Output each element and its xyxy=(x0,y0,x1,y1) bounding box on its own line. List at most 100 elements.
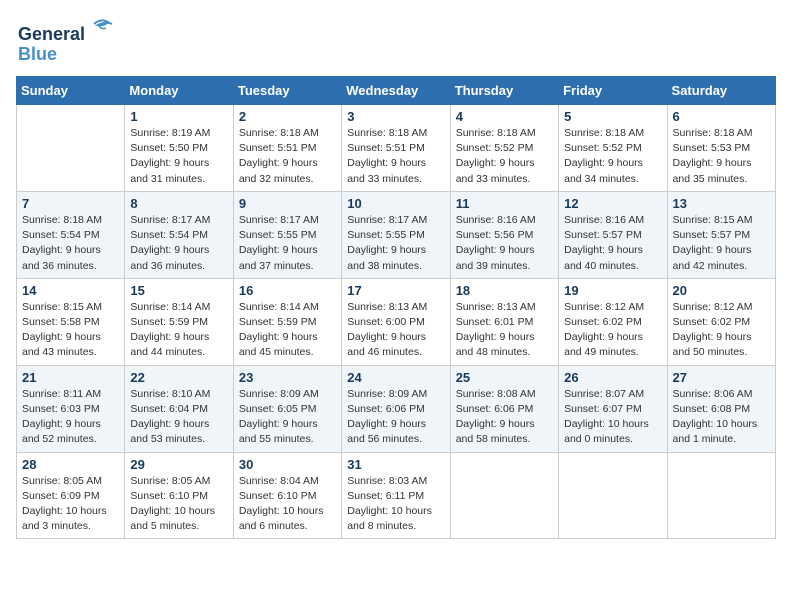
cell-w4-d2: 22 Sunrise: 8:10 AMSunset: 6:04 PMDayligh… xyxy=(125,365,233,452)
day-info: Sunrise: 8:14 AMSunset: 5:59 PMDaylight:… xyxy=(239,300,336,361)
cell-w4-d4: 24 Sunrise: 8:09 AMSunset: 6:06 PMDayligh… xyxy=(342,365,450,452)
cell-w4-d6: 26 Sunrise: 8:07 AMSunset: 6:07 PMDayligh… xyxy=(559,365,667,452)
day-number: 6 xyxy=(673,109,770,124)
day-info: Sunrise: 8:12 AMSunset: 6:02 PMDaylight:… xyxy=(673,300,770,361)
cell-w4-d5: 25Sunrise: 8:08 AMSunset: 6:06 PMDayligh… xyxy=(450,365,558,452)
calendar-table: SundayMondayTuesdayWednesdayThursdayFrid… xyxy=(16,76,776,539)
header-thursday: Thursday xyxy=(450,77,558,105)
day-number: 29 xyxy=(130,457,227,472)
cell-w4-d3: 23 Sunrise: 8:09 AMSunset: 6:05 PMDayligh… xyxy=(233,365,341,452)
day-number: 9 xyxy=(239,196,336,211)
day-info: Sunrise: 8:12 AMSunset: 6:02 PMDaylight:… xyxy=(564,300,661,361)
day-number: 23 xyxy=(239,370,336,385)
calendar-header-row: SundayMondayTuesdayWednesdayThursdayFrid… xyxy=(17,77,776,105)
day-info: Sunrise: 8:09 AMSunset: 6:05 PMDaylight:… xyxy=(239,387,336,448)
header-saturday: Saturday xyxy=(667,77,775,105)
day-number: 22 xyxy=(130,370,227,385)
cell-w1-d1 xyxy=(17,105,125,192)
day-info: Sunrise: 8:15 AMSunset: 5:57 PMDaylight:… xyxy=(673,213,770,274)
cell-w1-d3: 2Sunrise: 8:18 AMSunset: 5:51 PMDaylight… xyxy=(233,105,341,192)
day-info: Sunrise: 8:17 AMSunset: 5:54 PMDaylight:… xyxy=(130,213,227,274)
day-info: Sunrise: 8:10 AMSunset: 6:04 PMDaylight:… xyxy=(130,387,227,448)
cell-w3-d1: 14 Sunrise: 8:15 AMSunset: 5:58 PMDayligh… xyxy=(17,278,125,365)
day-info: Sunrise: 8:16 AMSunset: 5:56 PMDaylight:… xyxy=(456,213,553,274)
cell-w4-d7: 27 Sunrise: 8:06 AMSunset: 6:08 PMDayligh… xyxy=(667,365,775,452)
day-info: Sunrise: 8:17 AMSunset: 5:55 PMDaylight:… xyxy=(239,213,336,274)
logo-svg: General Blue xyxy=(16,16,126,68)
day-number: 27 xyxy=(673,370,770,385)
day-info: Sunrise: 8:04 AMSunset: 6:10 PMDaylight:… xyxy=(239,474,336,535)
day-number: 12 xyxy=(564,196,661,211)
cell-w5-d5 xyxy=(450,452,558,539)
day-info: Sunrise: 8:13 AMSunset: 6:01 PMDaylight:… xyxy=(456,300,553,361)
cell-w2-d5: 11 Sunrise: 8:16 AMSunset: 5:56 PMDayligh… xyxy=(450,191,558,278)
cell-w3-d5: 18 Sunrise: 8:13 AMSunset: 6:01 PMDayligh… xyxy=(450,278,558,365)
week-row-4: 21 Sunrise: 8:11 AMSunset: 6:03 PMDayligh… xyxy=(17,365,776,452)
cell-w5-d6 xyxy=(559,452,667,539)
day-info: Sunrise: 8:17 AMSunset: 5:55 PMDaylight:… xyxy=(347,213,444,274)
day-number: 19 xyxy=(564,283,661,298)
cell-w3-d6: 19 Sunrise: 8:12 AMSunset: 6:02 PMDayligh… xyxy=(559,278,667,365)
week-row-1: 1Sunrise: 8:19 AMSunset: 5:50 PMDaylight… xyxy=(17,105,776,192)
day-info: Sunrise: 8:18 AMSunset: 5:51 PMDaylight:… xyxy=(347,126,444,187)
day-info: Sunrise: 8:03 AMSunset: 6:11 PMDaylight:… xyxy=(347,474,444,535)
cell-w2-d1: 7 Sunrise: 8:18 AMSunset: 5:54 PMDaylight… xyxy=(17,191,125,278)
header-wednesday: Wednesday xyxy=(342,77,450,105)
day-number: 21 xyxy=(22,370,119,385)
day-info: Sunrise: 8:07 AMSunset: 6:07 PMDaylight:… xyxy=(564,387,661,448)
cell-w3-d7: 20Sunrise: 8:12 AMSunset: 6:02 PMDayligh… xyxy=(667,278,775,365)
cell-w2-d3: 9 Sunrise: 8:17 AMSunset: 5:55 PMDaylight… xyxy=(233,191,341,278)
day-number: 26 xyxy=(564,370,661,385)
day-info: Sunrise: 8:18 AMSunset: 5:54 PMDaylight:… xyxy=(22,213,119,274)
day-info: Sunrise: 8:09 AMSunset: 6:06 PMDaylight:… xyxy=(347,387,444,448)
day-number: 30 xyxy=(239,457,336,472)
day-number: 16 xyxy=(239,283,336,298)
cell-w1-d7: 6 Sunrise: 8:18 AMSunset: 5:53 PMDaylight… xyxy=(667,105,775,192)
day-number: 11 xyxy=(456,196,553,211)
page-header: General Blue xyxy=(16,16,776,68)
cell-w1-d5: 4Sunrise: 8:18 AMSunset: 5:52 PMDaylight… xyxy=(450,105,558,192)
day-number: 3 xyxy=(347,109,444,124)
cell-w5-d4: 31 Sunrise: 8:03 AMSunset: 6:11 PMDayligh… xyxy=(342,452,450,539)
week-row-3: 14 Sunrise: 8:15 AMSunset: 5:58 PMDayligh… xyxy=(17,278,776,365)
cell-w5-d2: 29 Sunrise: 8:05 AMSunset: 6:10 PMDayligh… xyxy=(125,452,233,539)
day-number: 31 xyxy=(347,457,444,472)
day-number: 4 xyxy=(456,109,553,124)
day-info: Sunrise: 8:14 AMSunset: 5:59 PMDaylight:… xyxy=(130,300,227,361)
header-tuesday: Tuesday xyxy=(233,77,341,105)
cell-w2-d4: 10Sunrise: 8:17 AMSunset: 5:55 PMDayligh… xyxy=(342,191,450,278)
logo: General Blue xyxy=(16,16,126,68)
cell-w1-d2: 1Sunrise: 8:19 AMSunset: 5:50 PMDaylight… xyxy=(125,105,233,192)
cell-w2-d7: 13Sunrise: 8:15 AMSunset: 5:57 PMDayligh… xyxy=(667,191,775,278)
cell-w5-d1: 28Sunrise: 8:05 AMSunset: 6:09 PMDayligh… xyxy=(17,452,125,539)
day-info: Sunrise: 8:11 AMSunset: 6:03 PMDaylight:… xyxy=(22,387,119,448)
cell-w5-d3: 30 Sunrise: 8:04 AMSunset: 6:10 PMDayligh… xyxy=(233,452,341,539)
cell-w1-d6: 5 Sunrise: 8:18 AMSunset: 5:52 PMDaylight… xyxy=(559,105,667,192)
week-row-2: 7 Sunrise: 8:18 AMSunset: 5:54 PMDaylight… xyxy=(17,191,776,278)
day-info: Sunrise: 8:05 AMSunset: 6:10 PMDaylight:… xyxy=(130,474,227,535)
cell-w4-d1: 21 Sunrise: 8:11 AMSunset: 6:03 PMDayligh… xyxy=(17,365,125,452)
day-info: Sunrise: 8:18 AMSunset: 5:52 PMDaylight:… xyxy=(564,126,661,187)
day-number: 8 xyxy=(130,196,227,211)
day-number: 5 xyxy=(564,109,661,124)
day-info: Sunrise: 8:06 AMSunset: 6:08 PMDaylight:… xyxy=(673,387,770,448)
day-number: 18 xyxy=(456,283,553,298)
day-info: Sunrise: 8:13 AMSunset: 6:00 PMDaylight:… xyxy=(347,300,444,361)
day-info: Sunrise: 8:16 AMSunset: 5:57 PMDaylight:… xyxy=(564,213,661,274)
cell-w3-d2: 15 Sunrise: 8:14 AMSunset: 5:59 PMDayligh… xyxy=(125,278,233,365)
day-number: 7 xyxy=(22,196,119,211)
day-number: 14 xyxy=(22,283,119,298)
cell-w3-d3: 16 Sunrise: 8:14 AMSunset: 5:59 PMDayligh… xyxy=(233,278,341,365)
day-number: 24 xyxy=(347,370,444,385)
cell-w2-d2: 8 Sunrise: 8:17 AMSunset: 5:54 PMDaylight… xyxy=(125,191,233,278)
day-info: Sunrise: 8:18 AMSunset: 5:53 PMDaylight:… xyxy=(673,126,770,187)
day-info: Sunrise: 8:05 AMSunset: 6:09 PMDaylight:… xyxy=(22,474,119,535)
header-friday: Friday xyxy=(559,77,667,105)
day-info: Sunrise: 8:15 AMSunset: 5:58 PMDaylight:… xyxy=(22,300,119,361)
header-sunday: Sunday xyxy=(17,77,125,105)
day-number: 15 xyxy=(130,283,227,298)
cell-w3-d4: 17Sunrise: 8:13 AMSunset: 6:00 PMDayligh… xyxy=(342,278,450,365)
cell-w5-d7 xyxy=(667,452,775,539)
day-info: Sunrise: 8:08 AMSunset: 6:06 PMDaylight:… xyxy=(456,387,553,448)
svg-text:Blue: Blue xyxy=(18,44,57,64)
